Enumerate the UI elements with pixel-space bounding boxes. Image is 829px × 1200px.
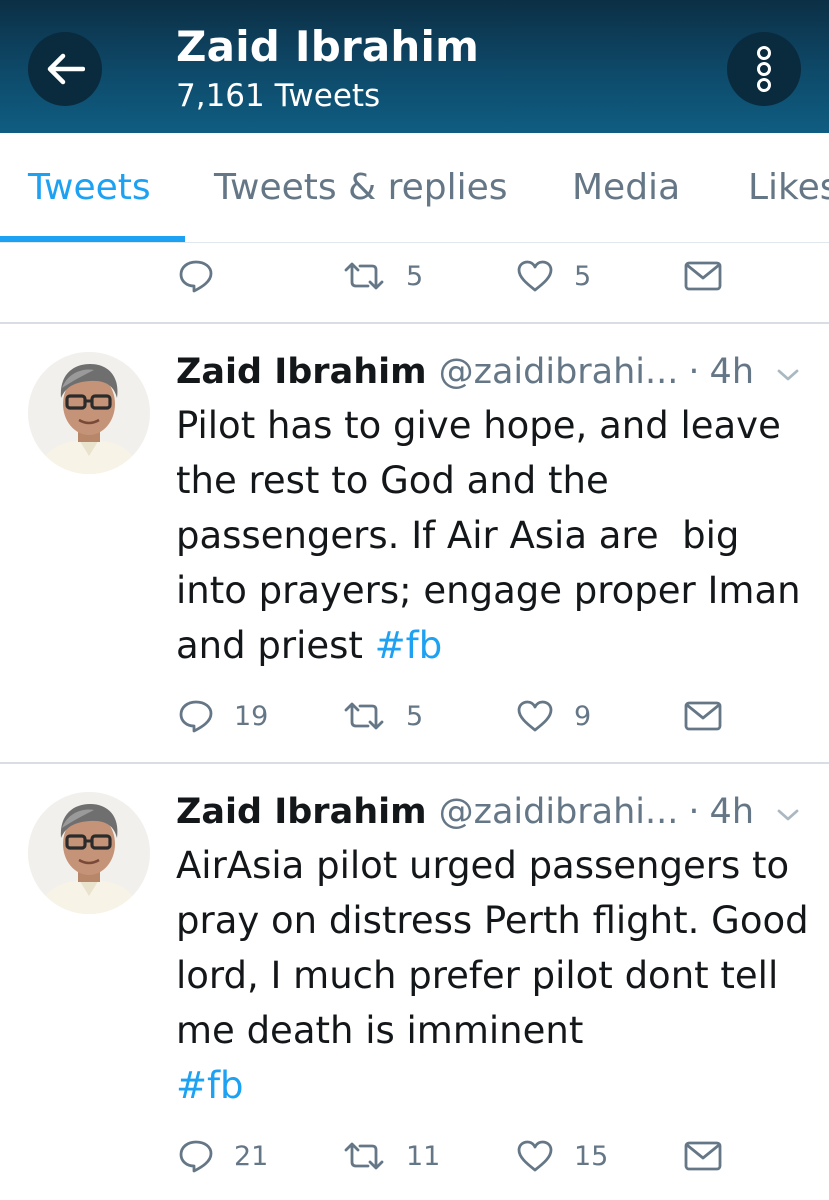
heart-icon: [517, 1140, 553, 1172]
reply-button[interactable]: 19: [178, 686, 268, 746]
tweet-item[interactable]: Zaid Ibrahim @zaidibrahi... · 4h AirAsia…: [0, 764, 829, 1200]
profile-photo: [28, 792, 150, 914]
retweet-icon: [344, 262, 384, 290]
profile-photo: [28, 352, 150, 474]
tweet-header: Zaid Ibrahim @zaidibrahi... · 4h: [176, 350, 754, 394]
reply-icon: [179, 1140, 213, 1173]
retweet-icon: [344, 702, 384, 730]
tweet-actions: 19 5 9: [0, 686, 829, 746]
tweet-timestamp[interactable]: 4h: [710, 792, 754, 832]
like-count: 15: [574, 1140, 609, 1172]
like-count: 5: [574, 260, 592, 292]
reply-button[interactable]: [178, 246, 214, 306]
like-count: 9: [574, 700, 592, 732]
tweet-body: Pilot has to give hope, and leave the re…: [176, 404, 813, 667]
separator-dot: ·: [688, 792, 700, 832]
arrow-left-icon: [47, 53, 85, 85]
back-button[interactable]: [28, 32, 102, 106]
chevron-down-icon[interactable]: [776, 808, 800, 822]
reply-count: 19: [234, 700, 269, 732]
reply-icon: [179, 700, 213, 733]
avatar[interactable]: [28, 792, 150, 914]
heart-icon: [517, 700, 553, 732]
separator-dot: ·: [688, 352, 700, 392]
profile-header: Zaid Ibrahim 7,161 Tweets: [0, 0, 829, 133]
previous-tweet-actions: 5 5: [0, 246, 829, 306]
like-button[interactable]: 15: [516, 1126, 608, 1186]
profile-tabs: Tweets Tweets & replies Media Likes: [0, 133, 829, 243]
tweet-item[interactable]: Zaid Ibrahim @zaidibrahi... · 4h Pilot h…: [0, 324, 829, 762]
envelope-icon: [684, 261, 722, 291]
reply-icon: [179, 260, 213, 293]
avatar[interactable]: [28, 352, 150, 474]
tab-tweets-and-replies[interactable]: Tweets & replies: [214, 167, 508, 208]
retweet-button[interactable]: 5: [342, 246, 423, 306]
tweet-actions: 21 11 15: [0, 1126, 829, 1186]
active-tab-indicator: [0, 236, 185, 242]
reply-button[interactable]: 21: [178, 1126, 268, 1186]
retweet-count: 5: [406, 700, 424, 732]
direct-message-button[interactable]: [684, 686, 722, 746]
tweet-header: Zaid Ibrahim @zaidibrahi... · 4h: [176, 790, 754, 834]
tweet-timestamp[interactable]: 4h: [710, 352, 754, 392]
tab-media[interactable]: Media: [572, 167, 680, 208]
heart-icon: [517, 260, 553, 292]
tab-tweets[interactable]: Tweets: [28, 167, 151, 208]
author-name[interactable]: Zaid Ibrahim: [176, 792, 427, 832]
envelope-icon: [684, 1141, 722, 1171]
author-handle[interactable]: @zaidibrahi...: [439, 352, 679, 392]
author-name[interactable]: Zaid Ibrahim: [176, 352, 427, 392]
tweet-text: Pilot has to give hope, and leave the re…: [176, 398, 816, 673]
more-options-button[interactable]: [727, 32, 801, 106]
tweet-body: AirAsia pilot urged passengers to pray o…: [176, 844, 809, 1052]
direct-message-button[interactable]: [684, 246, 722, 306]
like-button[interactable]: 9: [516, 686, 591, 746]
hashtag-link[interactable]: #fb: [375, 624, 443, 667]
vertical-dots-icon: [757, 46, 771, 92]
retweet-button[interactable]: 11: [342, 1126, 440, 1186]
author-handle[interactable]: @zaidibrahi...: [439, 792, 679, 832]
retweet-count: 5: [406, 260, 424, 292]
profile-name: Zaid Ibrahim: [176, 22, 480, 71]
envelope-icon: [684, 701, 722, 731]
retweet-count: 11: [406, 1140, 441, 1172]
hashtag-link[interactable]: #fb: [176, 1064, 244, 1107]
like-button[interactable]: 5: [516, 246, 591, 306]
reply-count: 21: [234, 1140, 269, 1172]
tweet-text: AirAsia pilot urged passengers to pray o…: [176, 838, 816, 1113]
tab-likes[interactable]: Likes: [748, 167, 829, 208]
retweet-icon: [344, 1142, 384, 1170]
tweet-count: 7,161 Tweets: [176, 78, 381, 114]
chevron-down-icon[interactable]: [776, 368, 800, 382]
retweet-button[interactable]: 5: [342, 686, 423, 746]
direct-message-button[interactable]: [684, 1126, 722, 1186]
